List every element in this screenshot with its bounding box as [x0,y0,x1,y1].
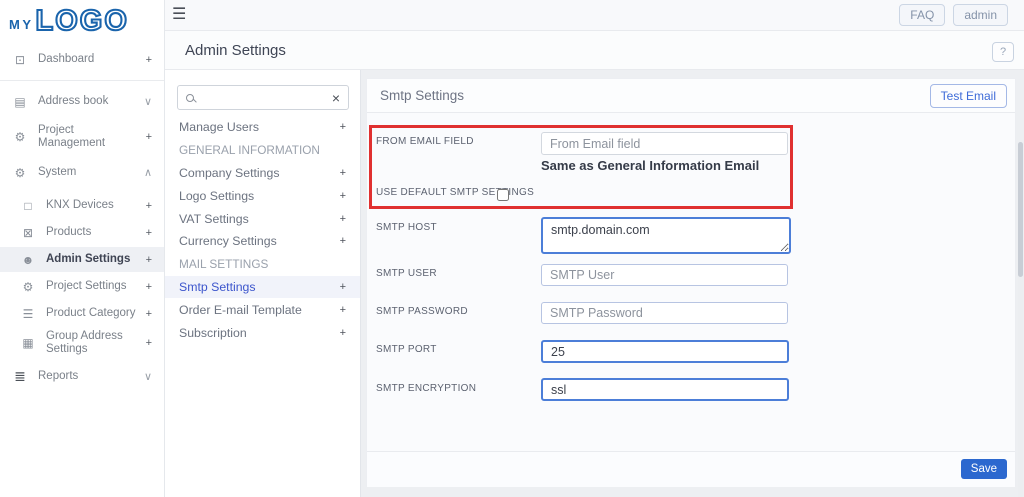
chevron-up-icon: ∧ [143,167,152,179]
menu-item-smtp-settings[interactable]: Smtp Settings + [165,275,360,299]
menu-item-company-settings[interactable]: Company Settings + [165,162,360,185]
project-settings-icon: ⚙ [22,279,34,294]
chevron-down-icon: ∨ [143,371,152,383]
smtp-user-input[interactable] [541,264,788,286]
left-sidebar: MY LOGO ⊡ Dashboard + ▤ Address book ∨ ⚙… [0,0,165,497]
smtp-settings-panel: Smtp Settings Test Email FROM EMAIL FIEL… [366,78,1016,487]
top-bar: ☰ FAQ admin [165,0,1024,31]
expand-plus-icon: + [145,199,152,212]
smtp-user-label: SMTP USER [376,268,437,279]
panel-header: Smtp Settings Test Email [367,79,1015,113]
smtp-port-label: SMTP PORT [376,344,437,355]
brand-name: LOGO [34,3,129,37]
smtp-encryption-input[interactable] [541,378,789,401]
sidebar-nav: ⊡ Dashboard + ▤ Address book ∨ ⚙ Project… [0,42,164,389]
expand-plus-icon: + [339,189,346,202]
sidebar-item-admin-settings[interactable]: ☻ Admin Settings + [0,247,164,272]
test-email-button[interactable]: Test Email [929,84,1007,108]
expand-plus-icon: + [145,307,152,320]
products-icon: ⊠ [22,225,34,240]
expand-plus-icon: + [339,235,346,248]
expand-plus-icon: + [145,253,152,266]
sidebar-item-address-book[interactable]: ▤ Address book ∨ [0,89,164,114]
settings-search-input[interactable] [200,90,332,105]
expand-plus-icon: + [145,226,152,239]
smtp-password-label: SMTP PASSWORD [376,306,468,317]
chevron-down-icon: ∨ [143,96,152,108]
faq-button[interactable]: FAQ [899,4,946,26]
menu-item-mail-settings[interactable]: MAIL SETTINGS [165,253,360,276]
menu-item-manage-users[interactable]: Manage Users + [165,116,360,139]
expand-plus-icon: + [339,303,346,316]
scrollbar-thumb[interactable] [1018,142,1023,277]
settings-search-box: × [177,85,349,110]
system-icon: ⚙ [14,165,26,180]
sidebar-item-products[interactable]: ⊠ Products + [0,220,164,245]
expand-plus-icon: + [339,121,346,134]
settings-menu-panel: × Manage Users + GENERAL INFORMATION Com… [165,70,361,497]
sidebar-item-knx-devices[interactable]: □ KNX Devices + [0,193,164,218]
sidebar-item-system[interactable]: ⚙ System ∧ [0,160,164,185]
smtp-encryption-label: SMTP ENCRYPTION [376,383,477,394]
sidebar-item-product-category[interactable]: ☰ Product Category + [0,301,164,326]
reports-icon: ≣ [14,368,26,384]
app-window: MY LOGO ⊡ Dashboard + ▤ Address book ∨ ⚙… [0,0,1024,497]
sidebar-item-project-management[interactable]: ⚙ Project Management + [0,122,164,152]
sidebar-item-group-address-settings[interactable]: ▦ Group Address Settings + [0,328,164,358]
panel-footer: Save [367,451,1015,487]
use-default-smtp-label: USE DEFAULT SMTP SETTINGS [376,187,535,198]
menu-item-logo-settings[interactable]: Logo Settings + [165,184,360,207]
hamburger-menu-icon[interactable]: ☰ [172,4,186,24]
top-actions: FAQ admin [899,4,1008,26]
use-default-smtp-checkbox[interactable] [497,189,509,201]
expand-plus-icon: + [339,166,346,179]
project-management-icon: ⚙ [14,130,26,144]
dashboard-icon: ⊡ [14,52,26,67]
expand-plus-icon: + [339,326,346,339]
sidebar-divider [0,80,164,81]
expand-plus-icon: + [145,337,152,349]
page-title: Admin Settings [185,42,286,59]
expand-plus-icon: + [145,53,152,66]
brand-logo[interactable]: MY LOGO [0,0,164,42]
user-menu-button[interactable]: admin [953,4,1008,26]
search-icon [186,93,194,102]
smtp-port-input[interactable] [541,340,789,363]
sidebar-item-dashboard[interactable]: ⊡ Dashboard + [0,47,164,72]
save-button[interactable]: Save [960,459,1007,479]
expand-plus-icon: + [339,212,346,225]
menu-item-currency-settings[interactable]: Currency Settings + [165,230,360,253]
admin-settings-icon: ☻ [21,252,35,267]
panel-title: Smtp Settings [380,88,465,103]
content-area: × Manage Users + GENERAL INFORMATION Com… [165,70,1024,497]
sidebar-item-project-settings[interactable]: ⚙ Project Settings + [0,274,164,299]
menu-item-general-information[interactable]: GENERAL INFORMATION [165,139,360,162]
menu-item-subscription[interactable]: Subscription + [165,321,360,344]
from-email-help-text: Same as General Information Email [541,158,760,173]
expand-plus-icon: + [339,280,346,293]
expand-plus-icon: + [145,131,152,143]
smtp-host-label: SMTP HOST [376,222,437,233]
page-scrollbar [1018,142,1023,497]
group-address-icon: ▦ [22,336,34,350]
knx-devices-icon: □ [24,198,32,213]
smtp-host-input[interactable]: smtp.domain.com [541,217,791,254]
sidebar-item-reports[interactable]: ≣ Reports ∨ [0,364,164,389]
from-email-label: FROM EMAIL FIELD [376,136,474,147]
from-email-input[interactable] [541,132,788,155]
expand-plus-icon: + [145,280,152,293]
title-bar: Admin Settings ? [165,31,1024,70]
brand-prefix: MY [9,16,34,32]
menu-item-order-e-mail-template[interactable]: Order E-mail Template + [165,298,360,321]
settings-menu-list: Manage Users + GENERAL INFORMATION Compa… [165,116,360,344]
menu-item-vat-settings[interactable]: VAT Settings + [165,207,360,230]
clear-search-icon[interactable]: × [332,91,340,105]
address-book-icon: ▤ [14,94,26,109]
product-category-icon: ☰ [22,306,34,321]
smtp-password-input[interactable] [541,302,788,324]
help-button[interactable]: ? [992,42,1014,62]
